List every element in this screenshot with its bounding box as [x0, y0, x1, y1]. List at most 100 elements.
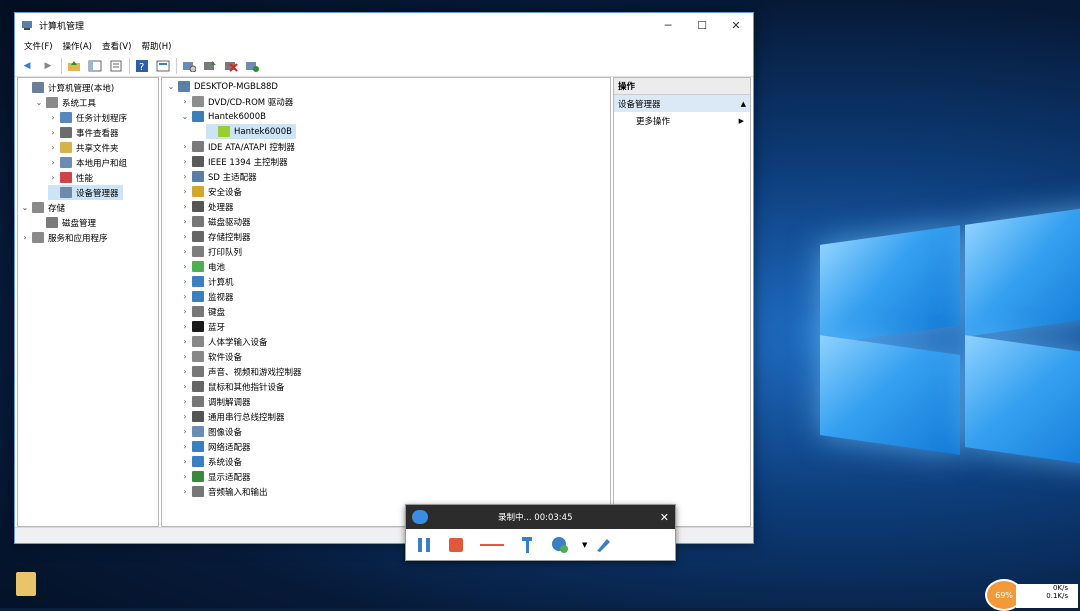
expand-chevron-icon[interactable]: › — [180, 187, 190, 196]
expand-chevron-icon[interactable]: › — [180, 277, 190, 286]
device-item[interactable]: Hantek6000B — [206, 124, 296, 139]
expand-chevron-icon[interactable]: › — [180, 337, 190, 346]
expand-chevron-icon[interactable]: › — [180, 292, 190, 301]
collapse-chevron-icon[interactable]: ⌄ — [20, 203, 30, 212]
device-category[interactable]: › 监视器 — [180, 289, 238, 304]
expand-chevron-icon[interactable]: › — [180, 97, 190, 106]
expand-chevron-icon[interactable]: › — [180, 367, 190, 376]
expand-chevron-icon[interactable]: › — [180, 262, 190, 271]
view-icon[interactable] — [155, 58, 171, 74]
expand-chevron-icon[interactable]: › — [48, 113, 58, 122]
device-category[interactable]: › 蓝牙 — [180, 319, 229, 334]
device-category[interactable]: › 系统设备 — [180, 454, 246, 469]
device-category[interactable]: › 打印队列 — [180, 244, 246, 259]
stop-icon[interactable] — [446, 535, 466, 555]
uninstall-device-icon[interactable] — [223, 58, 239, 74]
menu-view[interactable]: 查看(V) — [97, 40, 136, 52]
actions-section-device-manager[interactable]: 设备管理器 ▲ — [614, 95, 750, 112]
expand-chevron-icon[interactable]: › — [180, 352, 190, 361]
device-tree-root[interactable]: ⌄ DESKTOP-MGBL88D — [166, 79, 278, 94]
device-category[interactable]: › 软件设备 — [180, 349, 246, 364]
device-category[interactable]: › IEEE 1394 主控制器 — [180, 154, 292, 169]
close-button[interactable]: ✕ — [719, 13, 753, 37]
nav-tree-item[interactable]: › 任务计划程序 — [48, 110, 131, 125]
device-category[interactable]: › 鼠标和其他指针设备 — [180, 379, 289, 394]
nav-tree-item[interactable]: › 共享文件夹 — [48, 140, 123, 155]
nav-tree-item[interactable]: ⌄ 存储 — [20, 200, 69, 215]
menu-help[interactable]: 帮助(H) — [136, 40, 176, 52]
collapse-up-icon[interactable]: ▲ — [741, 100, 746, 108]
recorder-close-button[interactable]: ✕ — [660, 511, 669, 524]
expand-chevron-icon[interactable]: › — [48, 128, 58, 137]
device-category[interactable]: › 显示适配器 — [180, 469, 255, 484]
dropdown-arrow-icon[interactable]: ▼ — [582, 541, 587, 549]
minimize-button[interactable]: ─ — [651, 13, 685, 37]
webcam-add-icon[interactable] — [550, 535, 570, 555]
recorder-header[interactable]: 录制中... 00:03:45 ✕ — [406, 505, 675, 529]
expand-chevron-icon[interactable]: › — [180, 202, 190, 211]
expand-chevron-icon[interactable]: › — [180, 142, 190, 151]
expand-chevron-icon[interactable]: › — [180, 472, 190, 481]
device-category[interactable]: › IDE ATA/ATAPI 控制器 — [180, 139, 299, 154]
nav-tree-item[interactable]: › 服务和应用程序 — [20, 230, 112, 245]
device-category[interactable]: › 调制解调器 — [180, 394, 255, 409]
nav-tree-item[interactable]: › 本地用户和组 — [48, 155, 131, 170]
nav-tree-item[interactable]: › 事件查看器 — [48, 125, 123, 140]
device-category[interactable]: › 存储控制器 — [180, 229, 255, 244]
nav-tree-item[interactable]: 设备管理器 — [48, 185, 123, 200]
device-category[interactable]: › 电池 — [180, 259, 229, 274]
properties-icon[interactable] — [108, 58, 124, 74]
audio-level-icon[interactable] — [478, 535, 506, 555]
nav-tree-item[interactable]: › 性能 — [48, 170, 97, 185]
menu-file[interactable]: 文件(F) — [19, 40, 58, 52]
expand-chevron-icon[interactable]: › — [180, 217, 190, 226]
brush-tool-icon[interactable] — [518, 535, 538, 555]
pause-icon[interactable] — [414, 535, 434, 555]
menu-action[interactable]: 操作(A) — [58, 40, 97, 52]
device-category[interactable]: › DVD/CD-ROM 驱动器 — [180, 94, 297, 109]
up-folder-icon[interactable] — [66, 58, 82, 74]
nav-tree-item[interactable]: ⌄ 系统工具 — [34, 95, 100, 110]
title-bar[interactable]: 计算机管理 ─ ☐ ✕ — [15, 13, 753, 37]
nav-tree-item[interactable]: 计算机管理(本地) — [20, 80, 118, 95]
pen-icon[interactable] — [593, 535, 613, 555]
device-category[interactable]: › 计算机 — [180, 274, 238, 289]
desktop-folder-icon[interactable] — [16, 572, 36, 596]
expand-chevron-icon[interactable]: › — [180, 172, 190, 181]
scan-hardware-icon[interactable] — [181, 58, 197, 74]
collapse-chevron-icon[interactable]: ⌄ — [166, 82, 176, 91]
show-hide-tree-icon[interactable] — [87, 58, 103, 74]
expand-chevron-icon[interactable]: › — [180, 442, 190, 451]
device-category[interactable]: › 人体学输入设备 — [180, 334, 272, 349]
device-category[interactable]: › 安全设备 — [180, 184, 246, 199]
expand-chevron-icon[interactable]: › — [180, 382, 190, 391]
expand-chevron-icon[interactable]: › — [180, 322, 190, 331]
back-arrow-icon[interactable]: ◀ — [19, 58, 35, 74]
expand-chevron-icon[interactable]: › — [180, 157, 190, 166]
expand-chevron-icon[interactable]: › — [180, 307, 190, 316]
device-category[interactable]: › 键盘 — [180, 304, 229, 319]
more-actions-item[interactable]: 更多操作 ▶ — [614, 112, 750, 129]
expand-chevron-icon[interactable]: › — [180, 247, 190, 256]
help-icon[interactable]: ? — [134, 58, 150, 74]
maximize-button[interactable]: ☐ — [685, 13, 719, 37]
device-category[interactable]: › 处理器 — [180, 199, 238, 214]
device-category[interactable]: › 通用串行总线控制器 — [180, 409, 289, 424]
expand-chevron-icon[interactable]: › — [20, 233, 30, 242]
collapse-chevron-icon[interactable]: ⌄ — [34, 98, 44, 107]
update-driver-icon[interactable] — [202, 58, 218, 74]
expand-chevron-icon[interactable]: › — [48, 158, 58, 167]
disable-device-icon[interactable] — [244, 58, 260, 74]
forward-arrow-icon[interactable]: ▶ — [40, 58, 56, 74]
device-category[interactable]: › SD 主适配器 — [180, 169, 261, 184]
device-category[interactable]: ⌄ Hantek6000B — [180, 109, 270, 124]
expand-chevron-icon[interactable]: › — [180, 232, 190, 241]
device-category[interactable]: › 音频输入和输出 — [180, 484, 272, 499]
device-category[interactable]: › 图像设备 — [180, 424, 246, 439]
device-category[interactable]: › 磁盘驱动器 — [180, 214, 255, 229]
nav-tree-item[interactable]: 磁盘管理 — [34, 215, 100, 230]
expand-chevron-icon[interactable]: › — [48, 173, 58, 182]
collapse-chevron-icon[interactable]: ⌄ — [180, 112, 190, 121]
expand-chevron-icon[interactable]: › — [180, 457, 190, 466]
expand-chevron-icon[interactable]: › — [180, 487, 190, 496]
